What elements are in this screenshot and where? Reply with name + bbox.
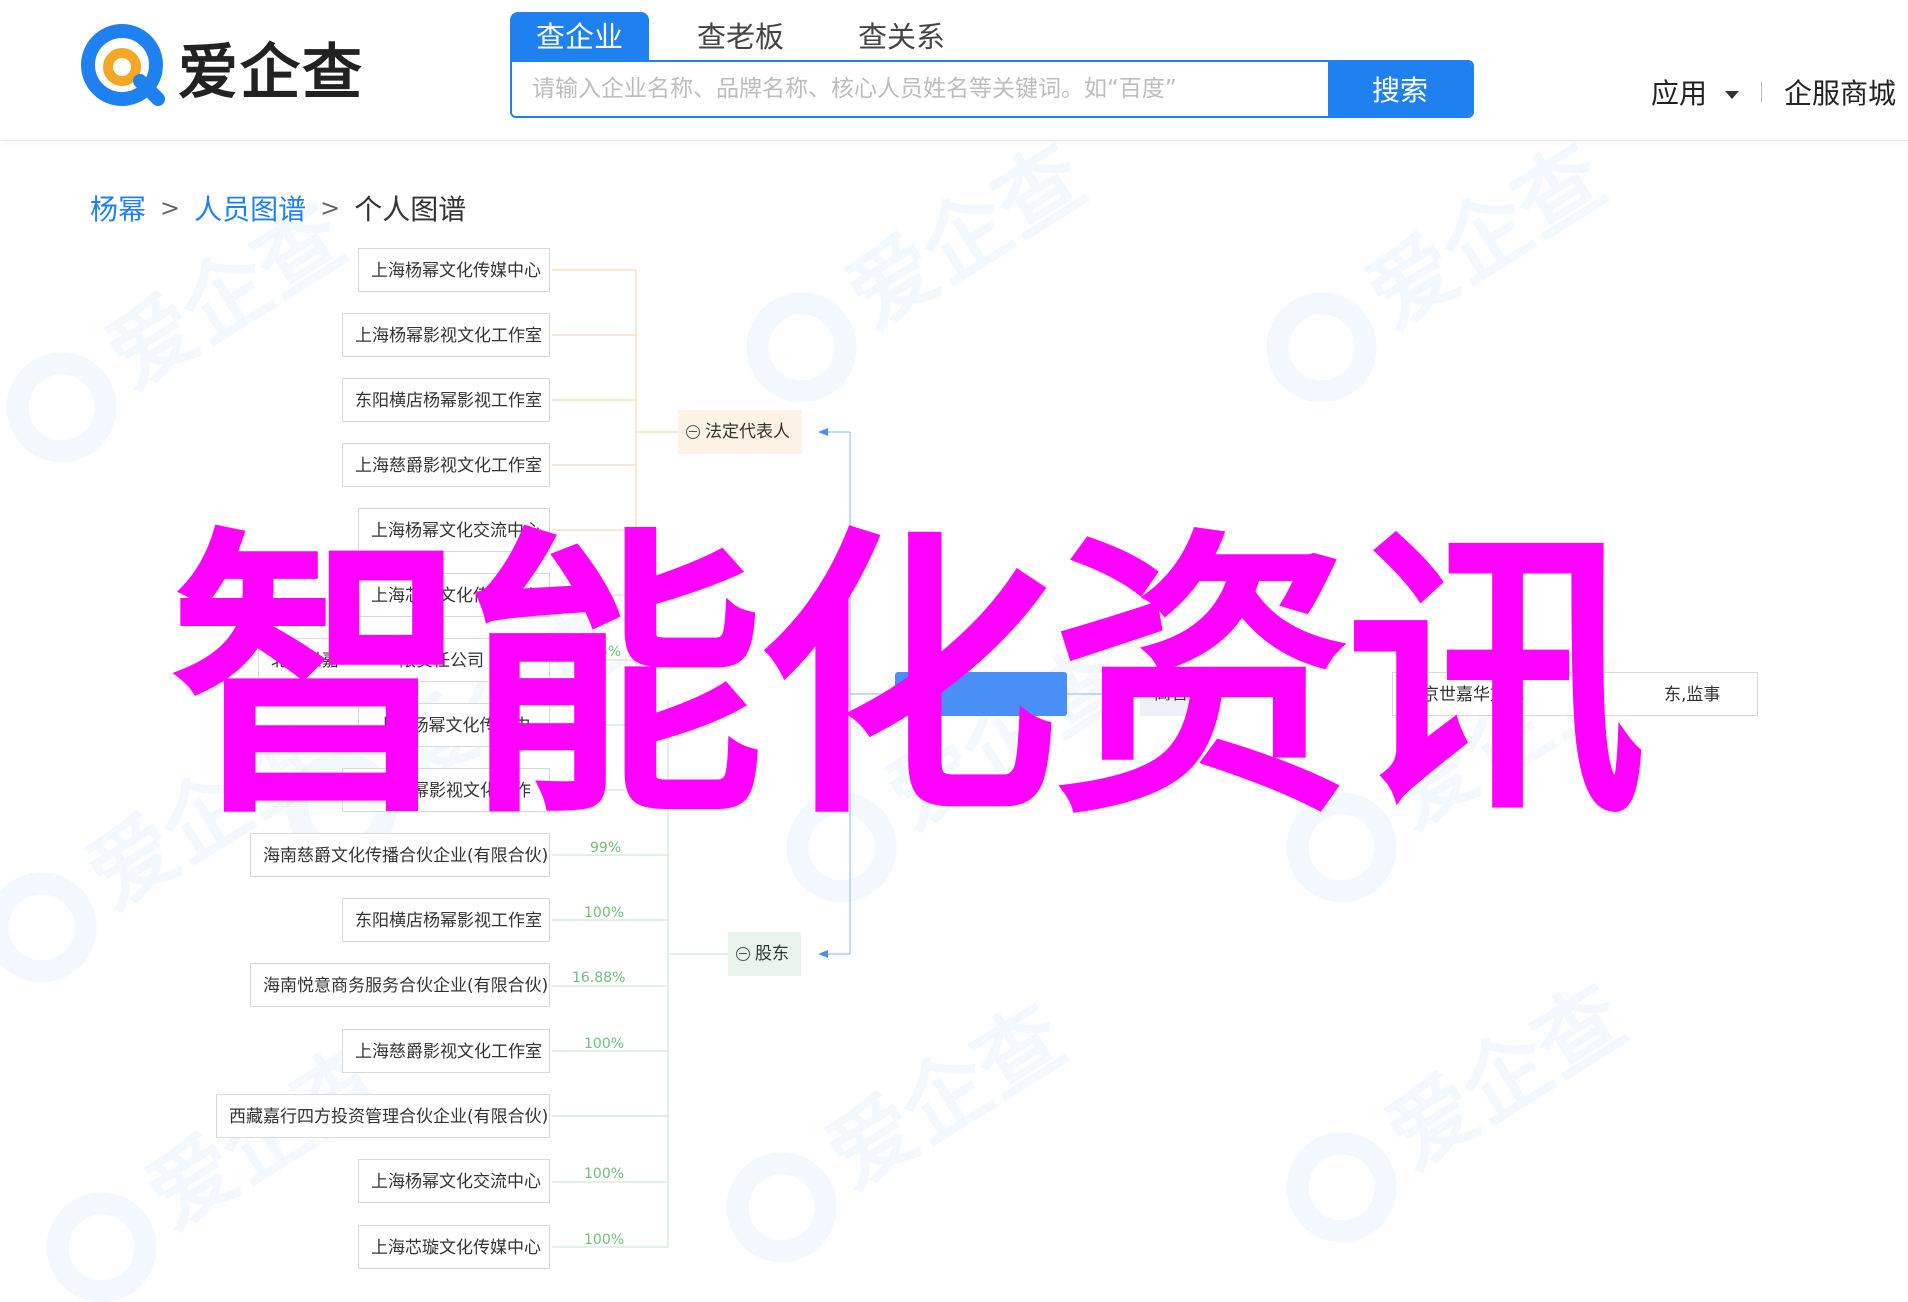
company-node[interactable]: 东阳横店杨幂影视工作室 — [342, 378, 550, 422]
collapse-icon[interactable] — [686, 425, 700, 439]
legal-rep-label: 法定代表人 — [705, 422, 790, 442]
shareholder-label: 股东 — [755, 944, 789, 964]
company-node[interactable]: 上海杨幂文化交流中心 — [358, 1159, 550, 1203]
company-node[interactable]: 海南悦意商务服务合伙企业(有限合伙) — [250, 963, 550, 1007]
company-node[interactable]: 东阳横店杨幂影视工作室 — [342, 898, 550, 942]
share-percent: 100% — [584, 1036, 625, 1052]
company-node[interactable]: 上海慈爵影视文化工作室 — [342, 1029, 550, 1073]
company-node[interactable]: 上海芯璇文化传媒中心 — [358, 1225, 550, 1269]
share-percent: 100% — [584, 1232, 625, 1248]
collapse-icon[interactable] — [736, 947, 750, 961]
company-node[interactable]: 上海杨幂文化传媒中心 — [358, 248, 550, 292]
company-node[interactable]: 上海杨幂影视文化工作室 — [342, 313, 550, 357]
share-percent: 16.88% — [572, 970, 626, 986]
legal-rep-category[interactable]: 法定代表人 — [678, 410, 802, 454]
share-percent: 100% — [584, 1166, 625, 1182]
overlay-title: 智能化资讯 — [170, 505, 1646, 854]
shareholder-category[interactable]: 股东 — [728, 932, 801, 976]
company-node[interactable]: 西藏嘉行四方投资管理合伙企业(有限合伙) — [216, 1094, 550, 1138]
company-node[interactable]: 上海慈爵影视文化工作室 — [342, 443, 550, 487]
share-percent: 100% — [584, 905, 625, 921]
